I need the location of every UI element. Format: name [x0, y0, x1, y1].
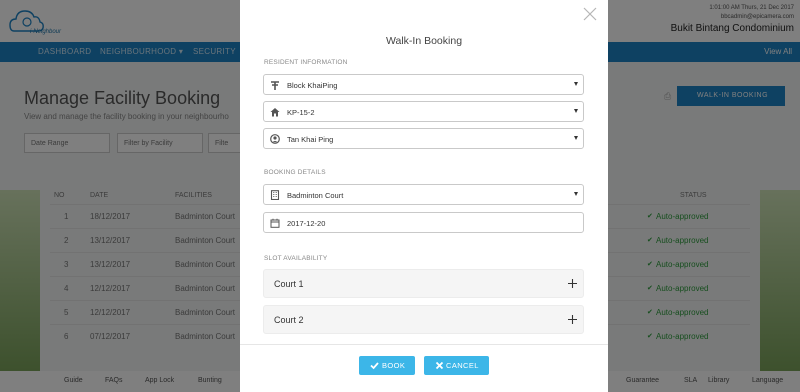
- home-icon: [270, 108, 280, 117]
- plus-icon[interactable]: [568, 315, 577, 324]
- check-icon: [370, 362, 379, 370]
- booking-details-heading: BOOKING DETAILS: [264, 169, 326, 176]
- block-value: Block KhaiPing: [287, 81, 338, 90]
- times-icon: [435, 361, 444, 370]
- calendar-icon: [270, 218, 280, 228]
- date-value: 2017-12-20: [287, 219, 326, 228]
- cancel-label: CANCEL: [446, 361, 479, 370]
- date-input[interactable]: 2017-12-20: [263, 212, 584, 233]
- modal-title: Walk-In Booking: [385, 35, 463, 47]
- facility-value: Badminton Court: [287, 191, 344, 200]
- book-label: BOOK: [382, 361, 406, 370]
- walk-in-booking-modal: Walk-In Booking RESIDENT INFORMATION Blo…: [240, 0, 608, 392]
- chevron-down-icon: [574, 192, 578, 196]
- resident-value: Tan Khai Ping: [287, 135, 334, 144]
- unit-value: KP-15-2: [287, 108, 315, 117]
- user-icon: [270, 134, 280, 144]
- block-icon: [271, 81, 279, 90]
- cancel-button[interactable]: CANCEL: [424, 356, 489, 375]
- resident-info-heading: RESIDENT INFORMATION: [264, 59, 348, 66]
- slot-availability-heading: SLOT AVAILABILITY: [264, 255, 328, 262]
- plus-icon[interactable]: [568, 279, 577, 288]
- close-icon[interactable]: [583, 7, 597, 21]
- block-select[interactable]: Block KhaiPing: [263, 74, 584, 95]
- building-icon: [270, 190, 280, 200]
- court-1-label: Court 1: [274, 279, 304, 289]
- facility-select[interactable]: Badminton Court: [263, 184, 584, 205]
- chevron-down-icon: [574, 109, 578, 113]
- court-1-panel[interactable]: Court 1: [263, 269, 584, 298]
- chevron-down-icon: [574, 82, 578, 86]
- chevron-down-icon: [574, 136, 578, 140]
- unit-select[interactable]: KP-15-2: [263, 101, 584, 122]
- court-2-panel[interactable]: Court 2: [263, 305, 584, 334]
- resident-select[interactable]: Tan Khai Ping: [263, 128, 584, 149]
- book-button[interactable]: BOOK: [359, 356, 415, 375]
- modal-footer-divider: [240, 344, 608, 345]
- court-2-label: Court 2: [274, 315, 304, 325]
